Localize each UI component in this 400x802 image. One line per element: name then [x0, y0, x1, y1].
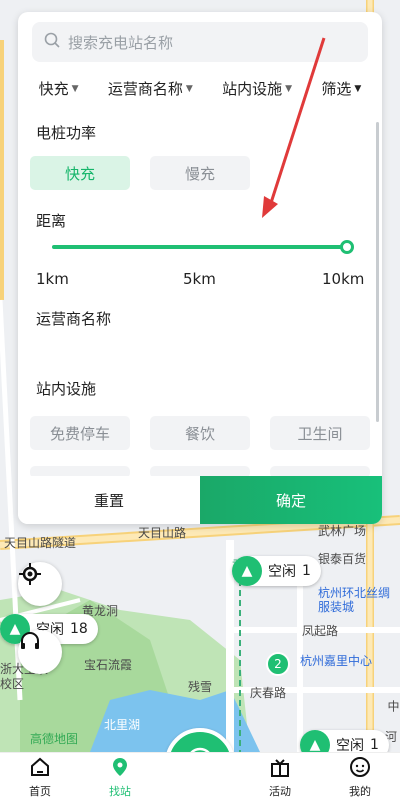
filter-footer: 重置 确定: [18, 476, 382, 524]
caret-down-icon: ▼: [71, 83, 79, 94]
search-icon: [44, 32, 60, 52]
map-label-canxue: 残雪: [188, 680, 213, 694]
map-label-zhonghe: 中: [386, 700, 400, 712]
caret-down-icon: ▼: [285, 83, 293, 94]
map-label-tunnel: 天目山路隧道: [4, 536, 77, 550]
location-pin-icon: [109, 756, 131, 781]
bottom-nav: 首页 找站 活动 我的: [0, 752, 400, 802]
tab-filter[interactable]: 筛选 ▼: [321, 78, 361, 99]
station-marker[interactable]: ▲ 空闲 1: [232, 556, 321, 586]
map-label-yintai: 银泰百货: [318, 552, 367, 566]
search-input[interactable]: 搜索充电站名称: [32, 22, 368, 62]
option-slow-charge[interactable]: 慢充: [150, 156, 250, 190]
reset-button[interactable]: 重置: [18, 476, 200, 524]
option-dining[interactable]: 餐饮: [150, 416, 250, 450]
map-label-huanbei: 杭州环北丝绸服装城: [318, 586, 391, 614]
nav-profile[interactable]: 我的: [320, 756, 400, 799]
caret-down-icon: ▼: [185, 83, 193, 94]
filter-tabs: 快充 ▼ 运营商名称 ▼ 站内设施 ▼ 筛选 ▼: [18, 78, 382, 99]
map-label-beilihu: 北里湖: [104, 718, 141, 732]
map-label-road: 天目山路: [138, 526, 187, 540]
user-face-icon: [349, 756, 371, 781]
nav-activities[interactable]: 活动: [240, 756, 320, 799]
operator-section-title: 运营商名称: [36, 310, 112, 328]
distance-label-max: 10km: [322, 270, 365, 288]
station-cluster-badge[interactable]: 2: [266, 652, 290, 676]
option-fast-charge[interactable]: 快充: [30, 156, 130, 190]
map-label-baoshi: 宝石流霞: [84, 658, 133, 672]
map-label-gaode: 高德地图: [30, 732, 79, 746]
distance-slider-handle[interactable]: [340, 240, 354, 254]
map-label-fengqi: 凤起路: [302, 624, 339, 638]
distance-label-mid: 5km: [183, 270, 216, 288]
tab-facilities[interactable]: 站内设施 ▼: [222, 78, 292, 99]
distance-slider-track[interactable]: [52, 245, 348, 249]
facilities-section-title: 站内设施: [36, 380, 97, 398]
map-label-qingchun: 庆春路: [250, 686, 287, 700]
nav-find-station[interactable]: 找站: [80, 756, 160, 799]
distance-label-min: 1km: [36, 270, 69, 288]
filter-panel: 搜索充电站名称 快充 ▼ 运营商名称 ▼ 站内设施 ▼ 筛选 ▼ 电桩功率 快充 慢充 …: [18, 12, 382, 524]
search-placeholder: 搜索充电站名称: [68, 33, 174, 52]
customer-service-button[interactable]: [18, 630, 62, 674]
option-free-parking[interactable]: 免费停车: [30, 416, 130, 450]
distance-section-title: 距离: [36, 212, 67, 230]
tab-fast-charge[interactable]: 快充 ▼: [39, 78, 79, 99]
confirm-button[interactable]: 确定: [200, 476, 382, 524]
home-icon: [29, 756, 51, 781]
tab-operator[interactable]: 运营商名称 ▼: [108, 78, 193, 99]
panel-scrollbar[interactable]: [376, 122, 379, 422]
locate-button[interactable]: [18, 562, 62, 606]
charging-station-icon: ▲: [300, 730, 330, 752]
charging-station-icon: ▲: [232, 556, 262, 586]
gift-icon: [269, 756, 291, 781]
caret-down-icon: ▼: [354, 83, 362, 94]
map-label-jiali: 杭州嘉里中心: [300, 654, 373, 668]
map-label-wulin: 武林广场: [318, 524, 367, 538]
option-restroom[interactable]: 卫生间: [270, 416, 370, 450]
station-marker[interactable]: ▲ 空闲 1: [300, 730, 389, 752]
power-section-title: 电桩功率: [36, 124, 97, 142]
nav-home[interactable]: 首页: [0, 756, 80, 799]
